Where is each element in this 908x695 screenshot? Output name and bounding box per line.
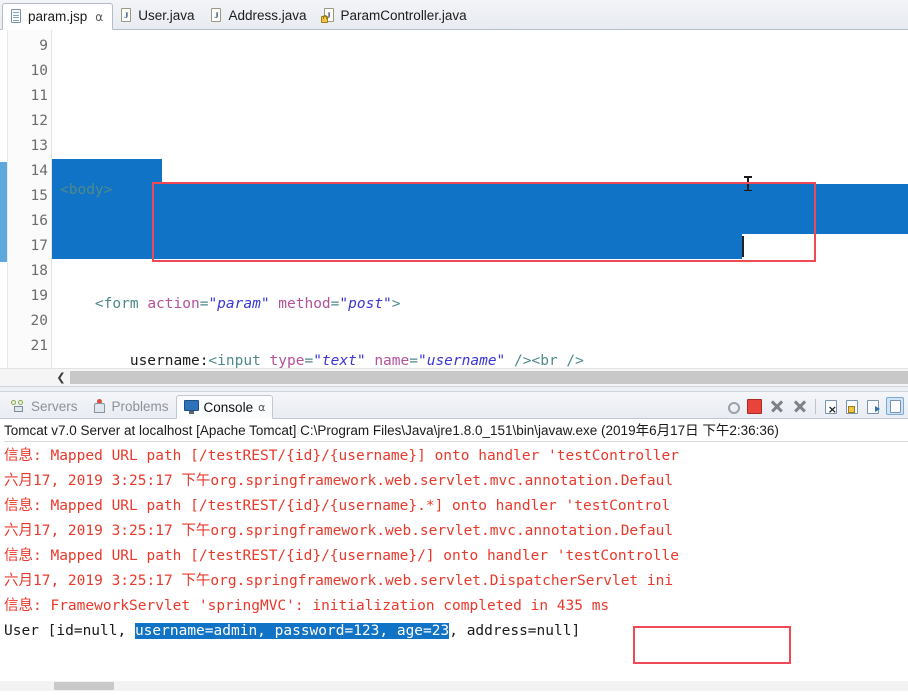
line-number: 21	[30, 338, 48, 354]
console-log-line: 六月17, 2019 3:25:17 下午org.springframework…	[4, 573, 674, 589]
console-toolbar	[725, 397, 904, 416]
editor-horizontal-scrollbar[interactable]: ❮	[0, 368, 908, 386]
scroll-lock-icon[interactable]	[846, 399, 858, 414]
change-marker-bar	[0, 30, 8, 368]
pin-console-icon[interactable]	[867, 399, 880, 414]
terminate-icon[interactable]	[747, 399, 762, 414]
java-file-icon: J	[120, 8, 133, 23]
editor-tab-label: Address.java	[228, 8, 307, 23]
clear-console-icon[interactable]	[825, 399, 837, 416]
panel-tab-console[interactable]: Console ⍺	[175, 395, 274, 419]
code-area[interactable]: <body> <form action="param" method="post…	[52, 30, 908, 368]
result-boxed-text: address=null]	[466, 623, 581, 639]
line-number: 17	[30, 238, 48, 254]
editor-tab-label: ParamController.java	[340, 8, 467, 23]
console-log-line: 六月17, 2019 3:25:17 下午org.springframework…	[4, 473, 674, 489]
scroll-left-arrow-icon[interactable]: ❮	[52, 369, 70, 386]
editor-tab-param-jsp[interactable]: param.jsp ⍺	[2, 3, 114, 30]
link-with-debug-view-icon[interactable]	[728, 402, 740, 414]
line-number: 9	[39, 38, 48, 54]
code-line[interactable]: <form action="param" method="post">	[52, 292, 908, 317]
line-number: 11	[30, 88, 48, 104]
panel-tab-label: Console	[203, 399, 254, 415]
java-file-icon: J	[210, 8, 223, 23]
display-selected-console-icon[interactable]	[886, 397, 904, 415]
scroll-track[interactable]	[70, 371, 908, 384]
panel-tab-label: Servers	[31, 398, 78, 414]
console-result-line: User [id=null, username=admin, password=…	[4, 619, 908, 644]
console-icon	[183, 400, 199, 414]
result-middle: ,	[449, 623, 467, 639]
editor-tab-user-java[interactable]: J User.java	[113, 2, 203, 29]
line-number: 19	[30, 288, 48, 304]
code-editor[interactable]: 9 10 11 12 13 14 15 16 17 18 19 20 21 <b…	[0, 30, 908, 368]
line-number: 12	[30, 113, 48, 129]
close-icon[interactable]: ⍺	[95, 10, 103, 24]
toolbar-separator	[815, 398, 816, 414]
console-horizontal-scrollbar[interactable]	[0, 681, 908, 691]
editor-tab-label: param.jsp	[28, 9, 88, 24]
line-number: 16	[30, 213, 48, 229]
jsp-file-icon	[10, 9, 23, 24]
editor-tab-address-java[interactable]: J Address.java	[203, 2, 315, 29]
scroll-thumb[interactable]	[54, 682, 114, 690]
line-number: 15	[30, 188, 48, 204]
line-number-gutter: 9 10 11 12 13 14 15 16 17 18 19 20 21	[8, 30, 52, 368]
line-number: 20	[30, 313, 48, 329]
panel-tab-problems[interactable]: Problems	[85, 394, 176, 418]
code-line[interactable]: username:<input type="text" name="userna…	[52, 349, 908, 368]
mouse-text-cursor	[744, 176, 752, 191]
panel-tab-bar: Servers Problems Console ⍺	[0, 392, 908, 419]
line-number: 18	[30, 263, 48, 279]
result-selection: username=admin, password=123, age=23	[134, 623, 450, 639]
result-prefix: User [id=null,	[4, 623, 135, 639]
selection-band	[52, 209, 908, 234]
code-line[interactable]	[52, 235, 908, 260]
panel-tab-label: Problems	[111, 398, 169, 414]
console-log-line: 信息: Mapped URL path [/testREST/{id}/{use…	[4, 448, 680, 464]
problems-icon	[92, 398, 107, 414]
bottom-panel: Servers Problems Console ⍺ × Tomcat v7.0…	[0, 392, 908, 692]
remove-launch-icon[interactable]	[769, 398, 785, 414]
servers-icon	[11, 399, 26, 413]
console-output[interactable]: Tomcat v7.0 Server at localhost [Apache …	[0, 419, 908, 691]
editor-tab-label: User.java	[138, 8, 195, 23]
line-number: 13	[30, 138, 48, 154]
console-log-line: 信息: Mapped URL path [/testREST/{id}/{use…	[4, 548, 680, 564]
console-log-line: 信息: Mapped URL path [/testREST/{id}/{use…	[4, 498, 671, 514]
code-line[interactable]: <body>	[52, 178, 908, 203]
java-file-locked-icon: J	[320, 8, 336, 23]
close-icon[interactable]: ⍺	[258, 401, 265, 414]
console-log-line: 六月17, 2019 3:25:17 下午org.springframework…	[4, 523, 674, 539]
change-marker	[0, 162, 7, 262]
console-process-header: Tomcat v7.0 Server at localhost [Apache …	[4, 422, 908, 442]
editor-tab-bar: param.jsp ⍺ J User.java J Address.java J…	[0, 0, 908, 30]
console-log-line: 信息: FrameworkServlet 'springMVC': initia…	[4, 598, 610, 614]
line-number: 14	[30, 163, 48, 179]
remove-all-terminated-icon[interactable]	[792, 398, 808, 414]
line-number: 10	[30, 63, 48, 79]
editor-tab-paramcontroller-java[interactable]: J ParamController.java	[316, 2, 476, 29]
panel-tab-servers[interactable]: Servers	[4, 394, 85, 418]
text-caret	[742, 236, 744, 257]
